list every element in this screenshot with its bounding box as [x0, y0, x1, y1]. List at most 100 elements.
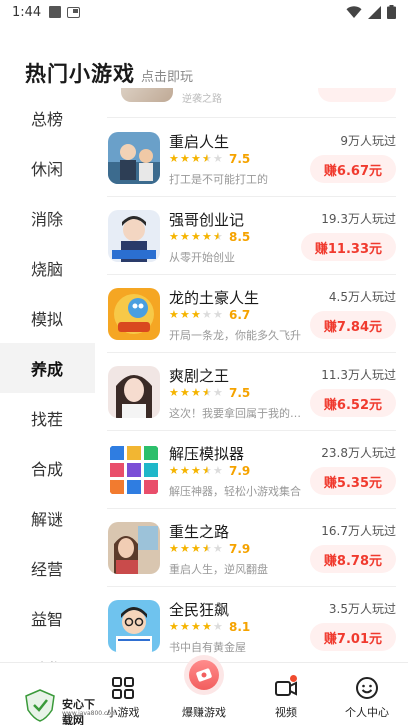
game-desc: 解压神器，轻松小游戏集合 — [169, 485, 301, 498]
watermark-url: www.java800.com — [62, 710, 117, 717]
star-half-icon: ★ — [202, 464, 212, 477]
signal-icon — [368, 5, 381, 19]
category-item[interactable]: 休闲 — [0, 143, 95, 193]
category-item[interactable]: 合成 — [0, 443, 95, 493]
game-icon — [108, 210, 160, 262]
star-icon: ★ — [191, 152, 201, 165]
game-row[interactable]: 爽剧之王 ★ ★ ★ ★ ★ 7.5 这次！我要拿回属于我的一切 11.3万人玩过 赚6… — [107, 353, 396, 431]
category-item[interactable]: 找茬 — [0, 393, 95, 443]
game-name: 重生之路 — [169, 523, 230, 541]
category-item[interactable]: 消除 — [0, 193, 95, 243]
category-item[interactable]: 总榜 — [0, 93, 95, 143]
star-icon: ★ — [180, 230, 190, 243]
game-rating: ★ ★ ★ ★ ★ 7.9 — [169, 542, 250, 556]
game-row[interactable]: 强哥创业记 ★ ★ ★ ★ ★ 8.5 从零开始创业 19.3万人玩过 赚11.33元 — [107, 197, 396, 275]
earn-button[interactable] — [318, 88, 396, 102]
star-icon: ★ — [191, 620, 201, 633]
star-icon: ★ — [191, 230, 201, 243]
notification-dot — [290, 675, 297, 682]
earn-button[interactable]: 赚7.84元 — [309, 311, 396, 339]
star-icon: ★ — [169, 464, 179, 477]
star-half-icon: ★ — [213, 230, 223, 243]
game-icon — [108, 132, 160, 184]
status-time: 1:44 — [12, 4, 42, 20]
game-name: 强哥创业记 — [169, 211, 245, 229]
money-icon — [189, 660, 219, 690]
game-icon — [108, 288, 160, 340]
category-item[interactable]: 经营 — [0, 543, 95, 593]
game-row[interactable]: 龙的土豪人生 ★ ★ ★ ★ ★ 6.7 开局一条龙，你能多久飞升 4.5万人玩过 赚7… — [107, 275, 396, 353]
game-row[interactable]: 全民狂飙 ★ ★ ★ ★ ★ 8.1 书中自有黄金屋 3.5万人玩过 赚7.01元 — [107, 587, 396, 662]
page-title: 热门小游戏 — [25, 62, 135, 86]
smile-face-icon — [356, 677, 378, 699]
status-bar: 1:44 — [0, 0, 408, 24]
star-icon: ★ — [202, 620, 212, 633]
game-desc: 打工是不可能打工的 — [169, 173, 268, 186]
tab-profile-label: 个人中心 — [345, 706, 389, 719]
game-desc: 开局一条龙，你能多久飞升 — [169, 329, 301, 342]
star-rating: ★ ★ ★ ★ ★ — [169, 621, 224, 633]
star-empty-icon: ★ — [213, 152, 223, 165]
game-rating: ★ ★ ★ ★ ★ 6.7 — [169, 308, 250, 322]
game-row[interactable]: 解压模拟器 ★ ★ ★ ★ ★ 7.9 解压神器，轻松小游戏集合 23.8万人玩过 赚5… — [107, 431, 396, 509]
star-rating: ★ ★ ★ ★ ★ — [169, 465, 224, 477]
star-icon: ★ — [202, 230, 212, 243]
game-score: 8.5 — [229, 230, 251, 244]
list-item-partial[interactable]: 逆袭之路 — [107, 88, 396, 118]
star-icon: ★ — [180, 542, 190, 555]
star-icon: ★ — [169, 542, 179, 555]
game-desc: 书中自有黄金屋 — [169, 641, 246, 654]
game-row[interactable]: 重生之路 ★ ★ ★ ★ ★ 7.9 重启人生，逆风翻盘 16.7万人玩过 赚8.78元 — [107, 509, 396, 587]
game-row[interactable]: 重启人生 ★ ★ ★ ★ ★ 7.5 打工是不可能打工的 9万人玩过 赚6.67元 — [107, 119, 396, 197]
earn-button[interactable]: 赚6.52元 — [309, 389, 396, 417]
star-icon: ★ — [169, 620, 179, 633]
page-subtitle: 点击即玩 — [141, 70, 194, 85]
earn-button[interactable]: 赚5.35元 — [309, 467, 396, 495]
category-item[interactable]: 益智 — [0, 593, 95, 643]
tab-profile[interactable]: 个人中心 — [326, 663, 408, 725]
players-count: 3.5万人玩过 — [328, 602, 396, 616]
players-count: 19.3万人玩过 — [321, 212, 396, 226]
game-name: 爽剧之王 — [169, 367, 230, 385]
category-item-active[interactable]: 养成 — [0, 343, 95, 393]
star-icon: ★ — [191, 386, 201, 399]
game-name: 龙的土豪人生 — [169, 289, 260, 307]
star-icon: ★ — [169, 386, 179, 399]
game-list[interactable]: 逆袭之路 重启人生 ★ ★ ★ ★ ★ 7.5 打工是不可能打工的 9万人玩过 赚6.6… — [95, 88, 408, 662]
category-item[interactable]: 动作 — [0, 643, 95, 662]
star-rating: ★ ★ ★ ★ ★ — [169, 231, 224, 243]
earn-button[interactable]: 赚7.01元 — [309, 623, 396, 651]
game-desc: 重启人生，逆风翻盘 — [169, 563, 268, 576]
earn-button[interactable]: 赚6.67元 — [309, 155, 396, 183]
game-score: 7.5 — [229, 386, 251, 400]
tab-video-label: 视频 — [275, 706, 297, 719]
star-empty-icon: ★ — [213, 308, 223, 321]
category-item[interactable]: 解谜 — [0, 493, 95, 543]
battery-icon — [387, 5, 396, 19]
hot-games-center-button[interactable] — [184, 655, 224, 695]
earn-button[interactable]: 赚11.33元 — [300, 233, 396, 261]
game-rating: ★ ★ ★ ★ ★ 7.5 — [169, 386, 250, 400]
star-half-icon: ★ — [202, 152, 212, 165]
watermark-logo: 安心下载网 www.java800.com — [22, 688, 117, 725]
star-icon: ★ — [169, 230, 179, 243]
star-empty-icon: ★ — [213, 542, 223, 555]
category-item[interactable]: 模拟 — [0, 293, 95, 343]
wifi-icon — [346, 5, 362, 18]
star-icon: ★ — [180, 308, 190, 321]
category-nav: 总榜 休闲 消除 烧脑 模拟 养成 找茬 合成 解谜 经营 益智 动作 — [0, 88, 95, 662]
players-count: 9万人玩过 — [340, 134, 396, 148]
game-icon — [108, 600, 160, 652]
category-item[interactable]: 烧脑 — [0, 243, 95, 293]
game-desc: 从零开始创业 — [169, 251, 235, 264]
players-count: 23.8万人玩过 — [321, 446, 396, 460]
game-icon — [108, 522, 160, 574]
star-icon: ★ — [169, 308, 179, 321]
earn-button[interactable]: 赚8.78元 — [309, 545, 396, 573]
tab-video[interactable]: 视频 — [245, 663, 327, 725]
game-score: 8.1 — [229, 620, 251, 634]
game-icon — [108, 366, 160, 418]
game-name: 重启人生 — [169, 133, 230, 151]
star-rating: ★ ★ ★ ★ ★ — [169, 387, 224, 399]
players-count: 11.3万人玩过 — [321, 368, 396, 382]
